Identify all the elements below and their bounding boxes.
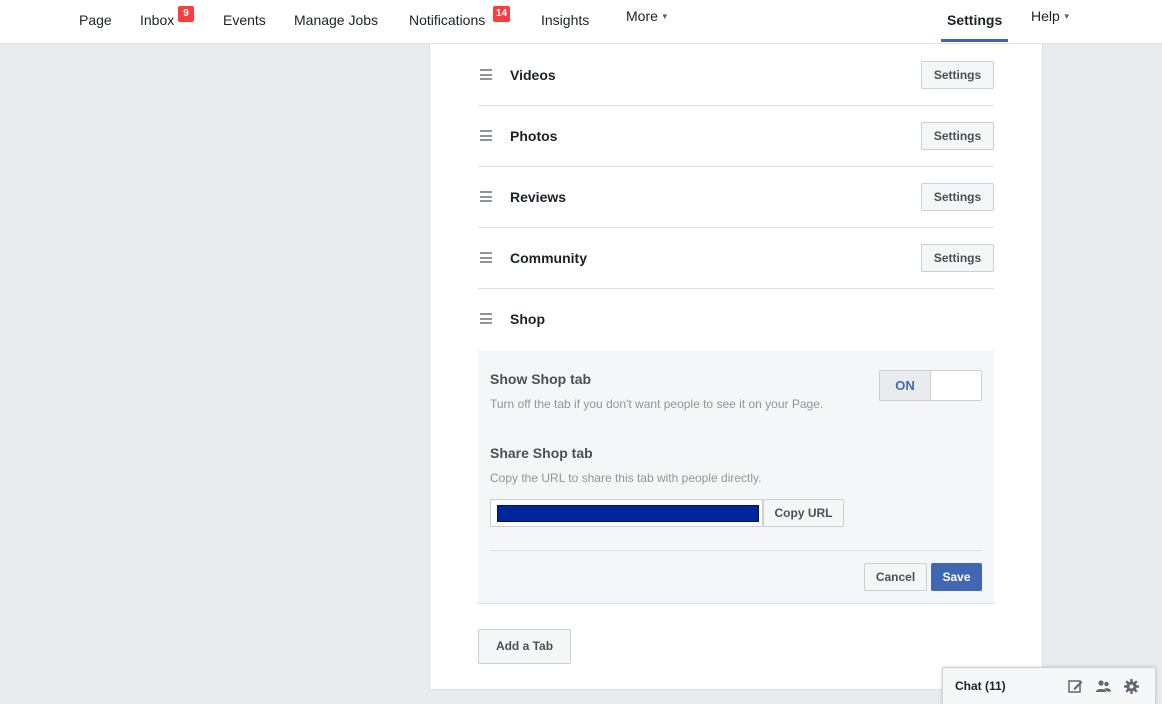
tab-label: Reviews xyxy=(510,189,567,205)
share-shop-description: Copy the URL to share this tab with peop… xyxy=(490,471,762,485)
drag-handle-icon[interactable] xyxy=(480,191,492,202)
caret-down-icon: ▼ xyxy=(1062,12,1071,21)
tabs-settings-card: Videos Settings Photos Settings Reviews … xyxy=(429,44,1043,690)
notifications-badge: 14 xyxy=(493,6,511,22)
friends-icon[interactable] xyxy=(1095,678,1112,695)
community-settings-button[interactable]: Settings xyxy=(921,244,994,272)
save-button[interactable]: Save xyxy=(931,563,982,591)
tab-row-community: Community Settings xyxy=(478,228,994,289)
toggle-on-label: ON xyxy=(880,371,931,400)
drag-handle-icon[interactable] xyxy=(480,252,492,263)
nav-notifications[interactable]: Notifications xyxy=(409,0,485,44)
tab-row-shop: Shop xyxy=(478,289,994,350)
show-shop-title: Show Shop tab xyxy=(490,371,592,387)
nav-more-label: More xyxy=(626,8,658,24)
drag-handle-icon[interactable] xyxy=(480,130,492,141)
show-shop-toggle[interactable]: ON xyxy=(879,370,982,401)
divider xyxy=(490,550,982,551)
nav-manage-jobs[interactable]: Manage Jobs xyxy=(294,0,378,44)
chat-label: Chat (11) xyxy=(955,679,1006,693)
tab-row-videos: Videos Settings xyxy=(478,45,994,106)
gear-icon[interactable] xyxy=(1123,678,1140,695)
shop-settings-panel: Show Shop tab Turn off the tab if you do… xyxy=(478,350,994,604)
shop-url-field[interactable] xyxy=(490,499,763,527)
copy-url-button[interactable]: Copy URL xyxy=(763,499,844,527)
tab-row-reviews: Reviews Settings xyxy=(478,167,994,228)
reviews-settings-button[interactable]: Settings xyxy=(921,183,994,211)
chat-bar[interactable]: Chat (11) xyxy=(942,667,1156,704)
photos-settings-button[interactable]: Settings xyxy=(921,122,994,150)
cancel-button[interactable]: Cancel xyxy=(864,563,927,591)
nav-settings[interactable]: Settings xyxy=(940,0,1009,44)
nav-help[interactable]: Help ▼ xyxy=(1031,0,1071,44)
tab-label: Community xyxy=(510,250,587,266)
nav-insights[interactable]: Insights xyxy=(541,0,589,44)
tab-label: Photos xyxy=(510,128,558,144)
drag-handle-icon[interactable] xyxy=(480,69,492,80)
nav-inbox[interactable]: Inbox xyxy=(140,0,174,44)
tab-label: Shop xyxy=(510,311,545,327)
nav-help-label: Help xyxy=(1031,8,1060,24)
nav-more[interactable]: More ▼ xyxy=(626,0,669,44)
show-shop-description: Turn off the tab if you don't want peopl… xyxy=(490,397,824,411)
caret-down-icon: ▼ xyxy=(660,12,669,21)
inbox-badge: 9 xyxy=(178,6,194,22)
tab-row-photos: Photos Settings xyxy=(478,106,994,167)
nav-events[interactable]: Events xyxy=(223,0,266,44)
top-nav: Page Inbox 9 Events Manage Jobs Notifica… xyxy=(0,0,1162,44)
videos-settings-button[interactable]: Settings xyxy=(921,61,994,89)
tab-label: Videos xyxy=(510,67,556,83)
nav-page[interactable]: Page xyxy=(79,0,112,44)
share-shop-title: Share Shop tab xyxy=(490,445,593,461)
drag-handle-icon[interactable] xyxy=(480,313,492,324)
new-message-icon[interactable] xyxy=(1067,678,1084,695)
add-tab-button[interactable]: Add a Tab xyxy=(478,629,571,664)
redacted-url xyxy=(497,505,759,522)
